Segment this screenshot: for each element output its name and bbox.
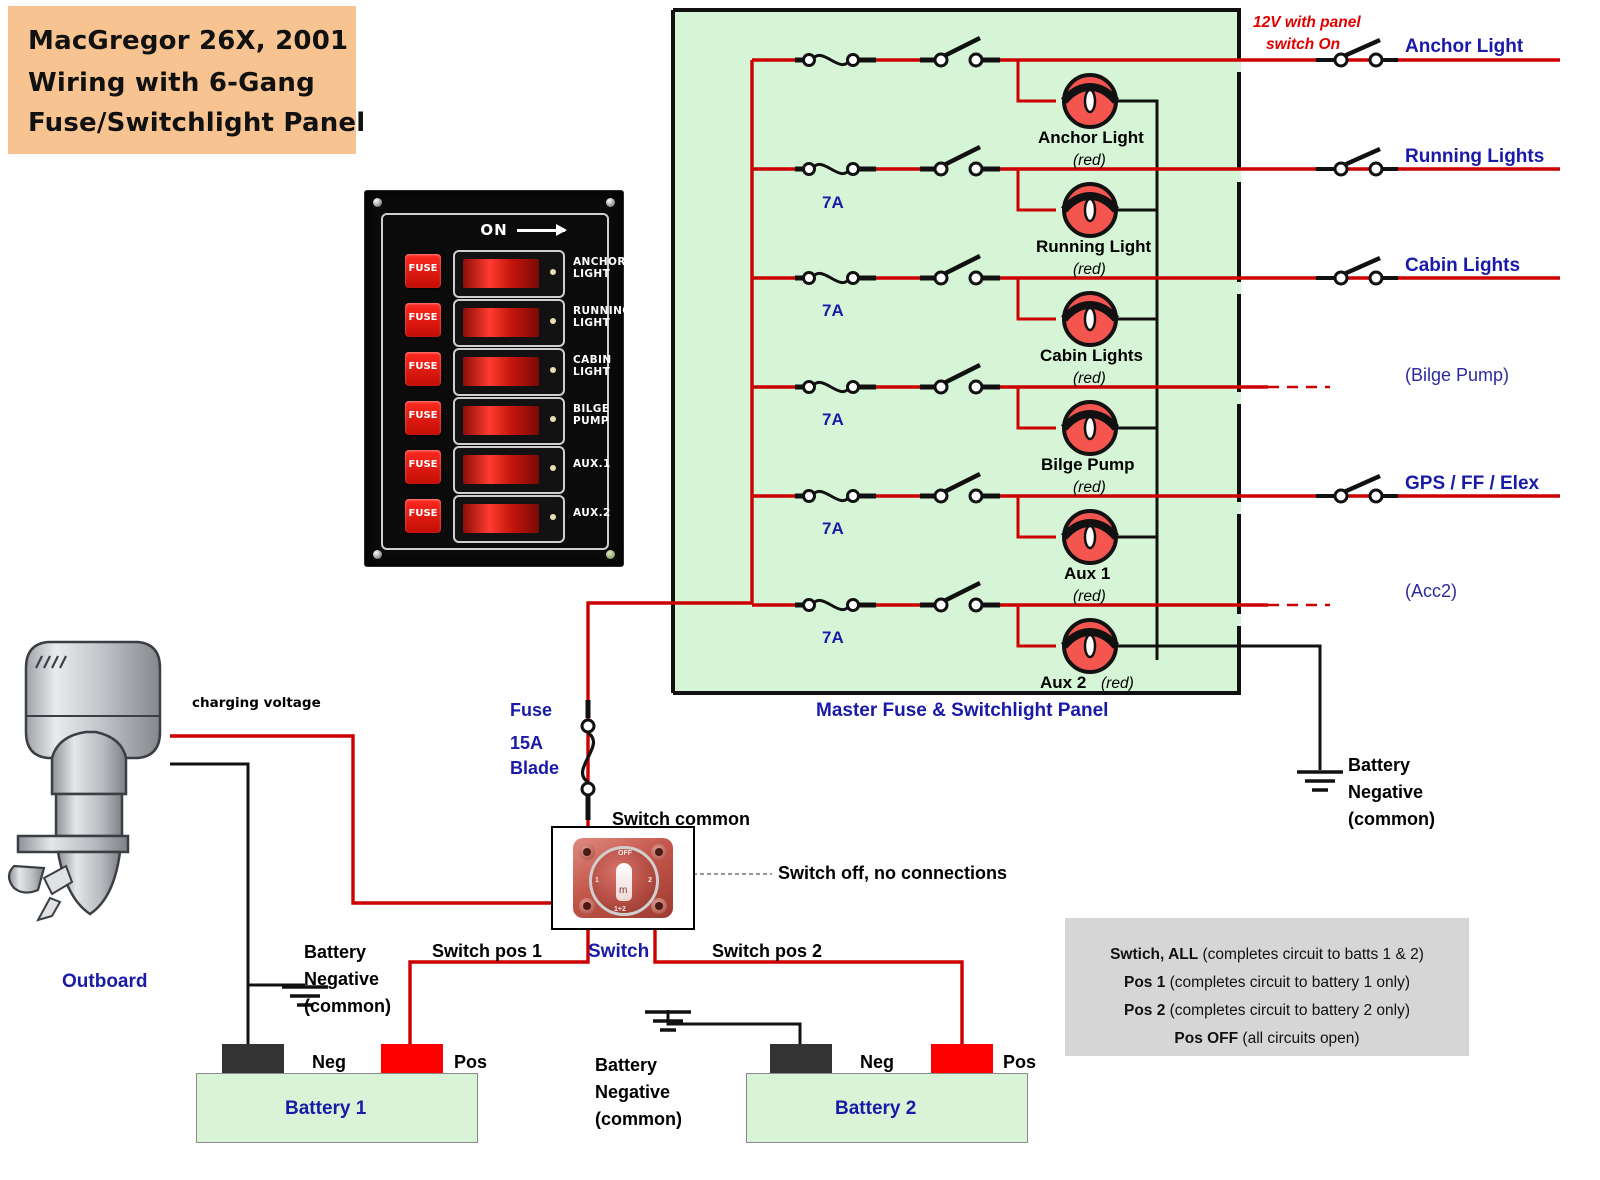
lamp-label-cabin-lights: Cabin Lights: [1040, 346, 1143, 365]
switch-pos1-label: Switch pos 1: [432, 941, 543, 961]
legend-row-posoff: Pos OFF (all circuits open): [1065, 1030, 1469, 1048]
battery1-name: Battery 1: [285, 1098, 367, 1119]
fuse-rating-2: 7A: [822, 301, 844, 320]
lamp-color-note-2: (red): [1073, 261, 1106, 278]
fuse-rating-4: 7A: [822, 519, 844, 538]
legend-row-pos1-rest: (completes circuit to battery 1 only): [1165, 974, 1410, 991]
switch-pos2-label: Switch pos 2: [712, 941, 823, 961]
battery-switch-label: Switch: [588, 941, 650, 962]
legend-row-pos2-rest: (completes circuit to battery 2 only): [1165, 1002, 1410, 1019]
legend-row-posoff-bold: Pos OFF: [1174, 1030, 1239, 1047]
switch-state-note: Switch off, no connections: [778, 863, 1007, 883]
load-label-cabin-lights: Cabin Lights: [1405, 255, 1521, 276]
outboard-label: Outboard: [62, 971, 148, 992]
load-label-running-lights: Running Lights: [1405, 146, 1545, 167]
outboard-negative-wire: [170, 762, 250, 1044]
annotation-12v-line2: switch On: [1266, 36, 1341, 53]
main-fuse-line1: Fuse: [510, 700, 553, 720]
battery2-neg-label: Neg: [860, 1052, 895, 1072]
lamp-label-aux1: Aux 1: [1064, 564, 1111, 583]
ground-label-outboard-2: Negative: [304, 969, 380, 989]
annotation-12v-line1: 12V with panel: [1253, 14, 1361, 31]
ground-label-battery2-3: (common): [595, 1109, 682, 1129]
lamp-color-note-1: (red): [1073, 152, 1106, 169]
ground-label-outboard-3: (common): [304, 996, 391, 1016]
fuse-rating-5: 7A: [822, 628, 844, 647]
battery-switch-dial[interactable]: OFF 1 2 1+2: [589, 846, 659, 916]
battery2-neg-terminal: [770, 1044, 832, 1074]
battery-switch-photo[interactable]: OFF 1 2 1+2: [551, 826, 695, 930]
battery1-pos-label: Pos: [454, 1052, 488, 1072]
load-label-gps-ff-elex: GPS / FF / Elex: [1405, 473, 1540, 494]
main-fuse-line3: Blade: [510, 758, 560, 778]
battery1-neg-terminal: [222, 1044, 284, 1074]
legend-row-all-rest: (completes circuit to batts 1 & 2): [1198, 946, 1424, 963]
ground-label-panel-2: Negative: [1348, 782, 1424, 802]
outboard-motor-illustration: [7, 640, 162, 922]
switch-mount-screw-icon: [579, 844, 595, 860]
ground-label-outboard-1: Battery: [304, 942, 367, 962]
legend-row-pos2: Pos 2 (completes circuit to battery 2 on…: [1065, 1002, 1469, 1020]
lamp-color-note-6: (red): [1101, 675, 1134, 692]
legend-row-all-bold: Swtich, ALL: [1110, 946, 1199, 963]
switch-mount-screw-icon: [651, 844, 667, 860]
battery-switch-body[interactable]: OFF 1 2 1+2: [567, 834, 679, 922]
battery1-neg-label: Neg: [312, 1052, 347, 1072]
load-label-anchor-light: Anchor Light: [1405, 36, 1524, 57]
master-panel-caption: Master Fuse & Switchlight Panel: [816, 700, 1109, 721]
switch-mount-screw-icon: [651, 898, 667, 914]
ground-label-panel-3: (common): [1348, 809, 1435, 829]
switch-mount-screw-icon: [579, 898, 595, 914]
battery2-name: Battery 2: [835, 1098, 917, 1119]
lamp-color-note-4: (red): [1073, 479, 1106, 496]
lamp-label-bilge-pump: Bilge Pump: [1041, 455, 1135, 474]
battery-switch-knob[interactable]: [616, 863, 632, 901]
battery2-negative-wire: [666, 1010, 802, 1044]
charging-voltage-label: charging voltage: [192, 695, 321, 711]
battery2-pos-label: Pos: [1003, 1052, 1037, 1072]
legend-row-pos1: Pos 1 (completes circuit to battery 1 on…: [1065, 974, 1469, 992]
switch-position-legend: Swtich, ALL (completes circuit to batts …: [1065, 918, 1469, 1056]
ground-symbol-panel: [1297, 770, 1343, 792]
ground-label-panel-1: Battery: [1348, 755, 1411, 775]
lamp-color-note-3: (red): [1073, 370, 1106, 387]
legend-row-posoff-rest: (all circuits open): [1238, 1030, 1360, 1047]
load-label-acc2: (Acc2): [1405, 581, 1458, 601]
fuse-rating-3: 7A: [822, 410, 844, 429]
lamp-label-aux2: Aux 2: [1040, 673, 1087, 692]
diagram-canvas: MacGregor 26X, 2001 Wiring with 6-Gang F…: [0, 0, 1600, 1180]
lamp-label-running-light: Running Light: [1036, 237, 1152, 256]
legend-row-all: Swtich, ALL (completes circuit to batts …: [1065, 946, 1469, 964]
legend-row-pos1-bold: Pos 1: [1123, 974, 1166, 991]
ground-label-battery2-2: Negative: [595, 1082, 671, 1102]
legend-row-pos2-bold: Pos 2: [1123, 1002, 1166, 1019]
main-fuse-line2: 15A: [510, 733, 544, 753]
battery2-pos-terminal: [931, 1044, 993, 1074]
load-label-bilge-pump: (Bilge Pump): [1405, 365, 1510, 385]
main-blade-fuse-symbol: [580, 700, 596, 820]
lamp-label-anchor-light: Anchor Light: [1038, 128, 1144, 147]
ground-label-battery2-1: Battery: [595, 1055, 658, 1075]
battery1-pos-terminal: [381, 1044, 443, 1074]
fuse-rating-1: 7A: [822, 193, 844, 212]
lamp-color-note-5: (red): [1073, 588, 1106, 605]
